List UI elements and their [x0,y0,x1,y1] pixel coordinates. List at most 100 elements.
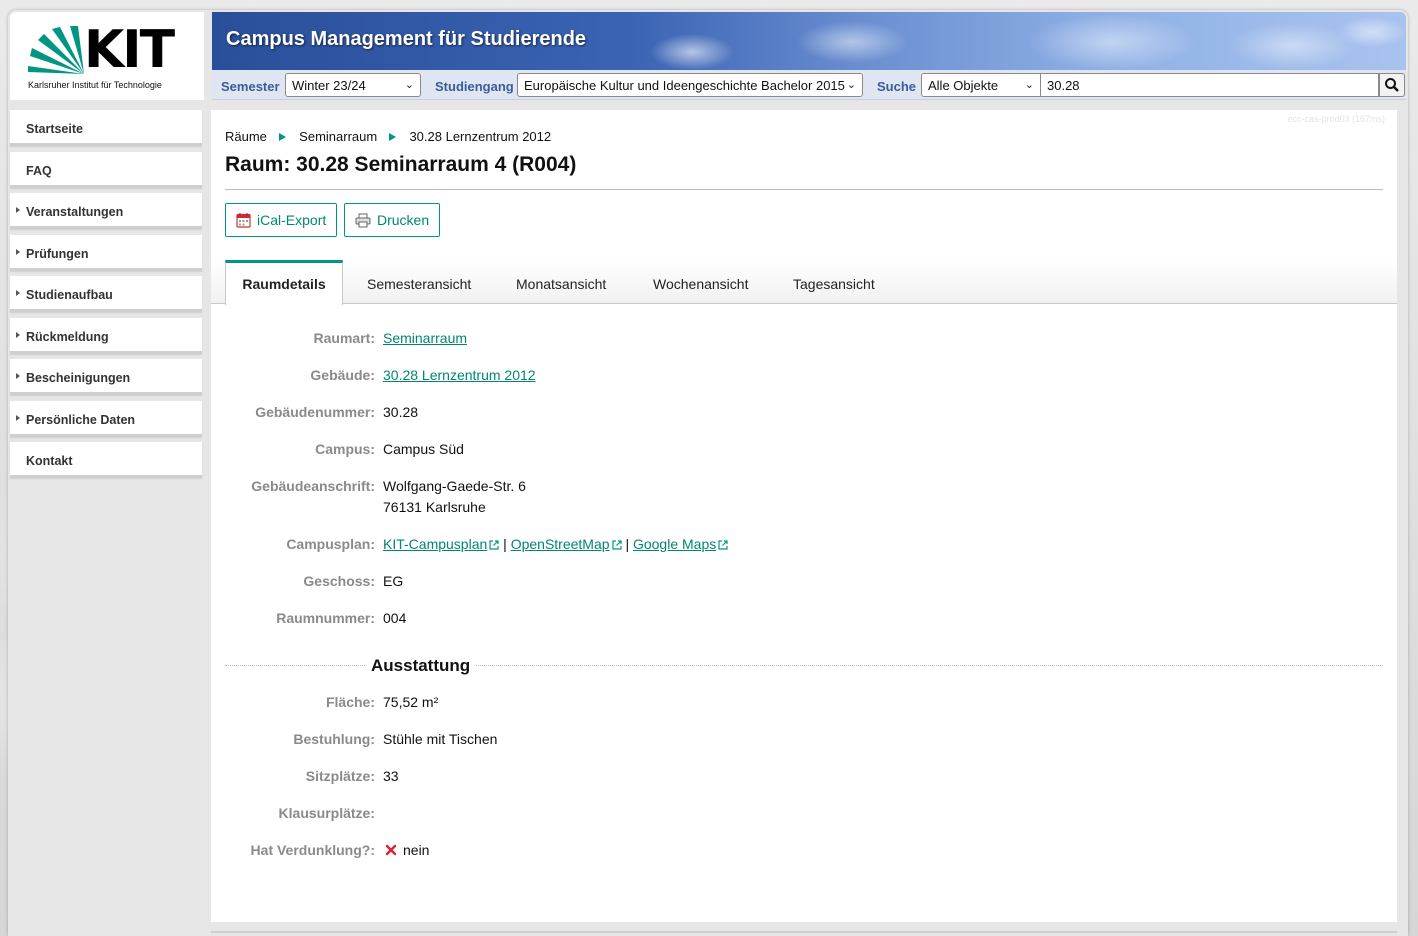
external-link-icon [489,540,499,550]
header-banner: Campus Management für Studierende [212,12,1406,70]
kit-campusplan-link[interactable]: KIT-Campusplan [383,536,487,552]
breadcrumb: Räume Seminarraum 30.28 Lernzentrum 2012 [225,128,551,144]
detail-value: Campus Süd [383,441,464,457]
caret-right-icon [16,331,20,338]
separator-pipe: | [625,536,633,552]
kit-logo[interactable]: KIT Karlsruher Institut für Technologie [10,12,204,100]
external-link-icon [718,540,728,550]
cross-icon [385,844,397,856]
kit-logo-fan-icon [28,26,84,74]
calendar-icon [236,213,251,228]
detail-label: Hat Verdunklung?: [250,842,375,858]
sidebar-nav: Startseite FAQ Veranstaltungen Prüfungen… [10,110,202,484]
sidebar-item-label: Persönliche Daten [26,412,136,427]
suche-label: Suche [877,79,917,94]
tab-monatsansicht[interactable]: Monatsansicht [516,260,606,304]
studiengang-select-value: Europäische Kultur und Ideengeschichte B… [524,78,845,93]
sidebar-item-studienaufbau[interactable]: Studienaufbau [10,276,202,312]
detail-value: Stühle mit Tischen [383,731,498,747]
chevron-down-icon: ⌄ [404,79,414,91]
chevron-down-icon: ⌄ [846,79,856,91]
search-scope-value: Alle Objekte [928,78,999,93]
detail-value: nein [383,840,429,861]
caret-right-icon [16,248,20,255]
studiengang-select[interactable]: Europäische Kultur und Ideengeschichte B… [517,73,863,97]
semester-select[interactable]: Winter 23/24 ⌄ [285,73,421,97]
detail-label: Campusplan: [286,536,375,552]
studiengang-label: Studiengang [435,79,514,94]
raumart-link[interactable]: Seminarraum [383,330,467,346]
view-tabs: Raumdetails Semesteransicht Monatsansich… [211,260,1397,305]
tab-wochenansicht[interactable]: Wochenansicht [653,260,748,304]
kit-logo-wordmark: KIT [84,20,175,80]
breadcrumb-item[interactable]: Seminarraum [299,129,377,144]
gebaeude-link[interactable]: 30.28 Lernzentrum 2012 [383,367,536,383]
caret-right-icon [16,373,20,379]
sidebar-item-startseite[interactable]: Startseite [10,110,202,146]
search-scope-select[interactable]: Alle Objekte ⌄ [921,73,1041,97]
build-id: ecc-cas-prod03 (167ms) [1287,114,1385,124]
detail-label: Geschoss: [303,573,375,589]
caret-right-icon [16,414,20,421]
sidebar-item-veranstaltungen[interactable]: Veranstaltungen [10,193,202,229]
main-content: ecc-cas-prod03 (167ms) Räume Seminarraum… [211,110,1397,922]
breadcrumb-item[interactable]: 30.28 Lernzentrum 2012 [409,129,551,144]
tab-raumdetails[interactable]: Raumdetails [225,260,343,305]
external-link-icon [611,540,622,550]
address-line-2: 76131 Karlsruhe [383,499,486,515]
detail-value: 004 [383,610,407,626]
sidebar-item-label: Rückmeldung [26,329,109,344]
breadcrumb-separator-icon [278,132,286,141]
search-button[interactable] [1379,73,1405,97]
page-title: Raum: 30.28 Seminarraum 4 (R004) [225,153,577,176]
breadcrumb-separator-icon [388,132,396,141]
app-title: Campus Management für Studierende [226,28,587,50]
detail-label: Campus: [315,441,375,457]
sidebar-item-label: Kontakt [26,454,73,468]
verdunklung-value: nein [403,842,430,858]
print-label: Drucken [377,212,430,228]
sidebar-item-bescheinigungen[interactable]: Bescheinigungen [10,359,202,395]
sidebar-item-label: Startseite [26,122,83,136]
detail-label: Gebäudeanschrift: [251,478,375,494]
chevron-down-icon: ⌄ [1024,79,1034,91]
tab-tagesansicht[interactable]: Tagesansicht [793,260,875,304]
breadcrumb-item[interactable]: Räume [225,129,267,144]
detail-value: EG [383,573,404,589]
google-maps-link[interactable]: Google Maps [633,536,716,552]
printer-icon [355,213,371,228]
sidebar-item-label: FAQ [26,163,52,178]
detail-label: Bestuhlung: [293,731,375,747]
print-button[interactable]: Drucken [344,203,441,237]
sidebar-item-pruefungen[interactable]: Prüfungen [10,234,202,271]
semester-label: Semester [221,79,280,94]
section-title-ausstattung: Ausstattung [365,656,477,676]
sidebar-item-label: Veranstaltungen [26,205,124,219]
detail-label: Fläche: [325,694,375,710]
sidebar-item-persoenliche-daten[interactable]: Persönliche Daten [10,400,202,437]
detail-label: Raumnummer: [276,610,375,626]
detail-label: Klausurplätze: [278,805,375,821]
tab-semesteransicht[interactable]: Semesteransicht [367,260,471,304]
sidebar-item-kontakt[interactable]: Kontakt [10,442,202,478]
sidebar-item-rueckmeldung[interactable]: Rückmeldung [10,317,202,354]
ical-export-label: iCal-Export [257,212,327,228]
semester-select-value: Winter 23/24 [292,78,366,93]
separator-pipe: | [503,536,511,552]
search-input[interactable]: 30.28 [1041,73,1379,97]
detail-value: Wolfgang-Gaede-Str. 6 76131 Karlsruhe [383,476,526,518]
openstreetmap-link[interactable]: OpenStreetMap [511,536,610,552]
ical-export-button[interactable]: iCal-Export [225,203,338,237]
sidebar-item-faq[interactable]: FAQ [10,151,202,188]
detail-label: Gebäudenummer: [255,404,375,420]
address-line-1: Wolfgang-Gaede-Str. 6 [383,478,526,494]
detail-label: Raumart: [313,330,375,346]
detail-label: Gebäude: [310,367,375,383]
filter-bar: Semester Winter 23/24 ⌄ Studiengang Euro… [212,70,1406,100]
footer-divider [211,931,1397,933]
detail-value: 33 [383,768,399,784]
sidebar-item-label: Bescheinigungen [26,371,131,385]
detail-value: 75,52 m² [383,694,439,710]
caret-right-icon [16,290,20,296]
sidebar-item-label: Studienaufbau [26,288,113,302]
